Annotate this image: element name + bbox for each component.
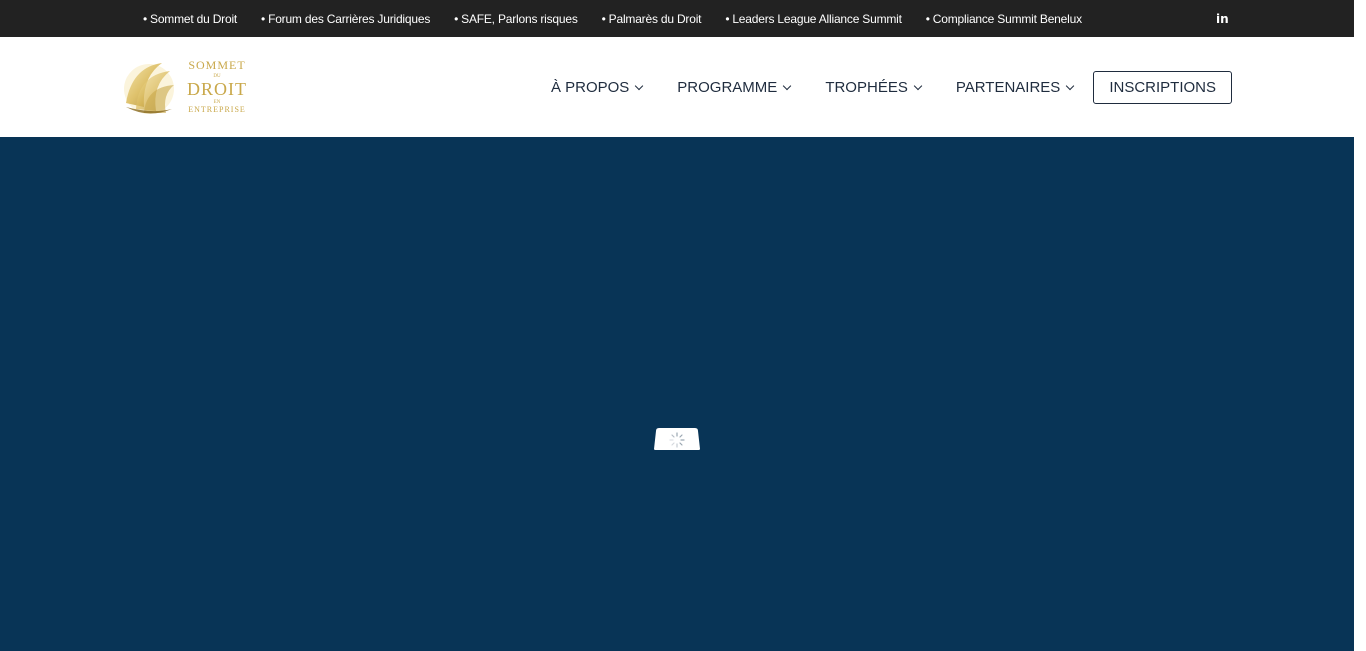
nav-item-label: TROPHÉES: [825, 79, 908, 96]
main-nav: À PROPOS PROGRAMME TROPHÉES PARTENAIRES …: [551, 71, 1232, 104]
logo-text-line3: DROIT: [187, 79, 247, 99]
topbar-link-forum-carrieres[interactable]: • Forum des Carrières Juridiques: [261, 12, 430, 26]
network-links: • Sommet du Droit • Forum des Carrières Ju…: [143, 0, 1106, 37]
page-scrollbar[interactable]: [1354, 0, 1366, 651]
chevron-down-icon: [635, 81, 644, 90]
hero-section: [0, 137, 1354, 651]
site-logo[interactable]: SOMMET DU DROIT EN ENTREPRISE: [122, 57, 254, 119]
topbar-link-alliance-summit[interactable]: • Leaders League Alliance Summit: [725, 12, 902, 26]
topbar-link-palmares[interactable]: • Palmarès du Droit: [602, 12, 702, 26]
nav-item-partenaires[interactable]: PARTENAIRES: [955, 79, 1075, 96]
loading-spinner-icon: [654, 428, 700, 450]
topbar-link-sommet-du-droit[interactable]: • Sommet du Droit: [143, 12, 237, 26]
chevron-down-icon: [1066, 81, 1075, 90]
logo-text-line5: ENTREPRISE: [188, 105, 246, 114]
logo-emblem: [124, 63, 174, 114]
nav-item-trophees[interactable]: TROPHÉES: [825, 79, 923, 96]
nav-item-label: PROGRAMME: [677, 79, 778, 96]
nav-item-label: À PROPOS: [550, 79, 630, 96]
topbar-link-compliance-summit[interactable]: • Compliance Summit Benelux: [926, 12, 1082, 26]
nav-item-programme[interactable]: PROGRAMME: [677, 79, 792, 96]
chevron-down-icon: [913, 81, 923, 90]
linkedin-icon[interactable]: in: [1216, 11, 1232, 27]
logo-text-line1: SOMMET: [188, 58, 245, 72]
chevron-down-icon: [783, 81, 792, 90]
nav-item-label: PARTENAIRES: [955, 79, 1061, 96]
site-header: SOMMET DU DROIT EN ENTREPRISE À PROPOS P…: [0, 37, 1354, 137]
nav-item-a-propos[interactable]: À PROPOS: [550, 79, 644, 96]
inscriptions-button[interactable]: INSCRIPTIONS: [1093, 71, 1232, 104]
top-bar: • Sommet du Droit • Forum des Carrières Ju…: [0, 0, 1354, 37]
topbar-link-safe[interactable]: • SAFE, Parlons risques: [454, 12, 578, 26]
page: • Sommet du Droit • Forum des Carrières Ju…: [0, 0, 1366, 651]
